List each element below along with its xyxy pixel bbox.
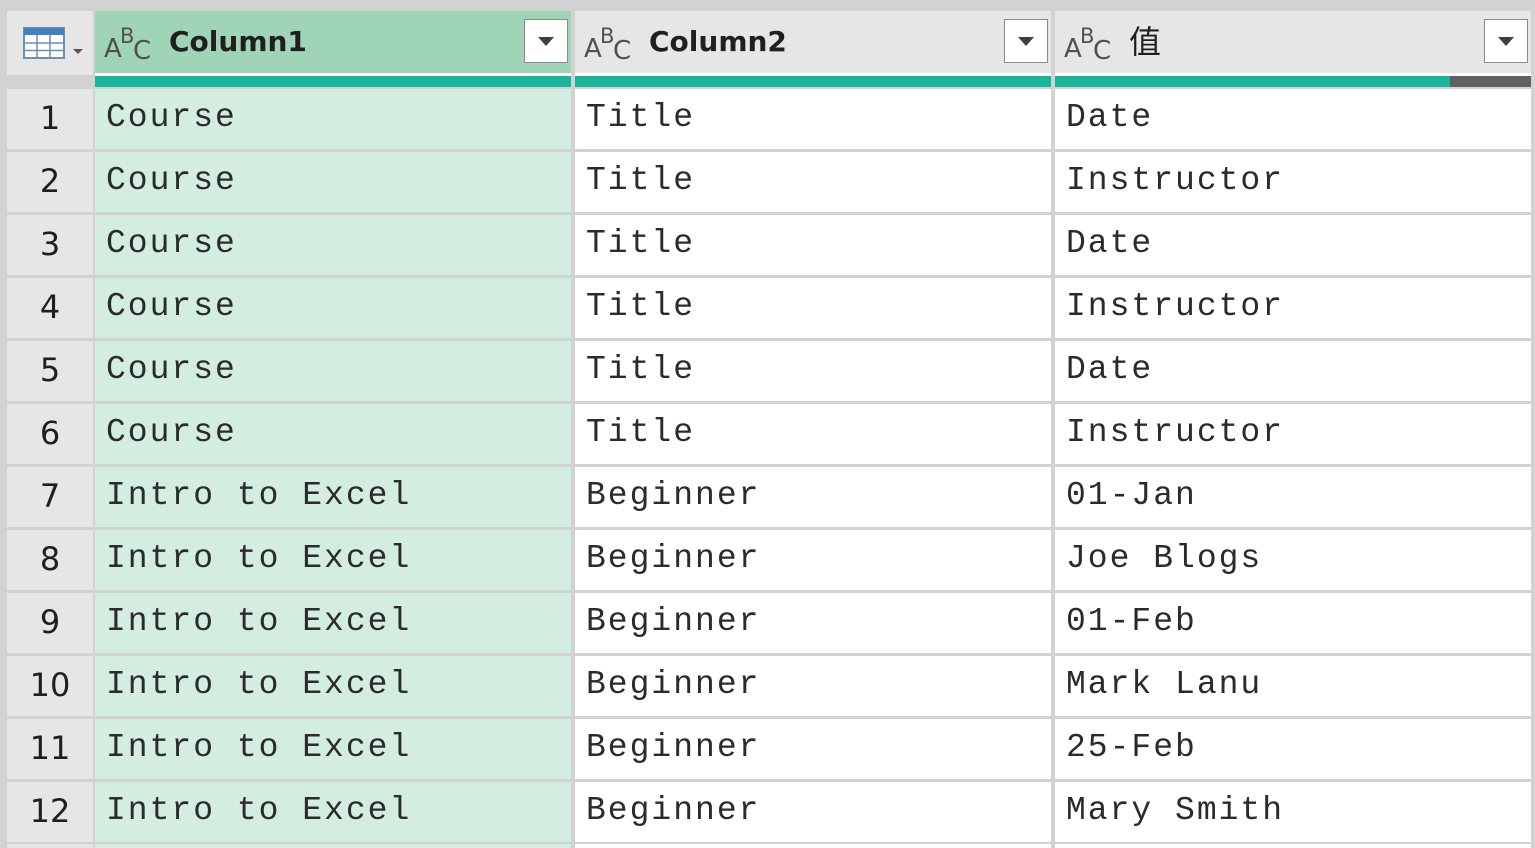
column-header-3[interactable]: A B C 值 xyxy=(1055,11,1531,73)
table-cell[interactable]: Title xyxy=(575,89,1051,149)
table-cell[interactable]: Beginner xyxy=(575,593,1051,653)
table-cell[interactable]: Date xyxy=(1055,341,1531,401)
table-options-button[interactable] xyxy=(7,11,93,75)
table-cell[interactable]: Course xyxy=(95,341,571,401)
table-cell[interactable]: Instructor xyxy=(1055,152,1531,212)
table-cell[interactable]: Beginner xyxy=(575,782,1051,842)
table-cell[interactable]: Instructor xyxy=(1055,404,1531,464)
table-cell[interactable]: Course xyxy=(95,89,571,149)
table-cell[interactable]: Course xyxy=(95,215,571,275)
text-type-icon: A B C xyxy=(1064,24,1111,65)
row-number[interactable]: 12 xyxy=(7,782,93,842)
row-number[interactable]: 8 xyxy=(7,530,93,590)
table-cell[interactable]: Title xyxy=(575,152,1051,212)
table-cell[interactable]: Intro to Excel xyxy=(95,593,571,653)
row-number[interactable]: 3 xyxy=(7,215,93,275)
table-cell[interactable]: Intro to Excel xyxy=(95,782,571,842)
table-cell[interactable]: 01-Jan xyxy=(1055,467,1531,527)
chevron-down-icon xyxy=(73,49,83,54)
data-preview-grid: A B C Column1 A B C Column2 A B C 值 1 Co… xyxy=(0,0,1535,848)
table-cell[interactable]: Beginner xyxy=(575,467,1051,527)
row-number[interactable]: 4 xyxy=(7,278,93,338)
table-cell[interactable]: Beginner xyxy=(575,656,1051,716)
table-cell[interactable]: Title xyxy=(575,341,1051,401)
table-cell[interactable]: Mary Smith xyxy=(1055,782,1531,842)
row-number[interactable]: 9 xyxy=(7,593,93,653)
column-filter-button[interactable] xyxy=(1004,19,1048,63)
table-cell[interactable]: Joe Blogs xyxy=(1055,530,1531,590)
table-cell[interactable]: Intro to Excel xyxy=(95,530,571,590)
svg-text:C: C xyxy=(133,36,151,65)
table-cell[interactable]: Date xyxy=(1055,215,1531,275)
column-header-label: 值 xyxy=(1129,23,1162,61)
table-cell[interactable]: Beginner xyxy=(575,530,1051,590)
table-cell[interactable]: Course xyxy=(95,278,571,338)
table-cell[interactable]: Instructor xyxy=(1055,278,1531,338)
row-number[interactable]: 10 xyxy=(7,656,93,716)
column-header-label: Column1 xyxy=(169,25,307,58)
chevron-down-icon xyxy=(1498,37,1514,46)
table-cell[interactable]: 01-Feb xyxy=(1055,593,1531,653)
row-number[interactable]: 2 xyxy=(7,152,93,212)
table-cell[interactable]: Beginner xyxy=(575,719,1051,779)
table-cell[interactable]: Intro to Excel xyxy=(95,719,571,779)
table-cell-partial xyxy=(1055,844,1531,848)
column-header-label: Column2 xyxy=(649,25,787,58)
table-cell[interactable]: Title xyxy=(575,404,1051,464)
text-type-icon: A B C xyxy=(104,24,151,65)
column-header-1[interactable]: A B C Column1 xyxy=(95,11,571,73)
column-quality-bar xyxy=(1055,73,1531,87)
text-type-icon: A B C xyxy=(584,24,631,65)
quality-valid-segment xyxy=(1055,76,1451,87)
column-filter-button[interactable] xyxy=(1484,19,1528,63)
table-cell[interactable]: Intro to Excel xyxy=(95,656,571,716)
row-number[interactable]: 1 xyxy=(7,89,93,149)
row-number[interactable]: 7 xyxy=(7,467,93,527)
table-cell[interactable]: Course xyxy=(95,404,571,464)
table-cell-partial xyxy=(575,844,1051,848)
table-cell[interactable]: Mark Lanu xyxy=(1055,656,1531,716)
row-header-partial xyxy=(7,844,93,848)
quality-valid-segment xyxy=(95,76,571,87)
table-cell[interactable]: Intro to Excel xyxy=(95,467,571,527)
column-filter-button[interactable] xyxy=(524,19,568,63)
row-number[interactable]: 5 xyxy=(7,341,93,401)
table-cell[interactable]: Date xyxy=(1055,89,1531,149)
chevron-down-icon xyxy=(538,37,554,46)
column-header-2[interactable]: A B C Column2 xyxy=(575,11,1051,73)
svg-text:C: C xyxy=(1093,36,1111,65)
table-icon xyxy=(23,27,65,59)
table-cell[interactable]: 25-Feb xyxy=(1055,719,1531,779)
column-quality-bar xyxy=(95,73,571,87)
table-cell[interactable]: Course xyxy=(95,152,571,212)
chevron-down-icon xyxy=(1018,37,1034,46)
row-number[interactable]: 11 xyxy=(7,719,93,779)
quality-valid-segment xyxy=(575,76,1051,87)
column-quality-bar xyxy=(575,73,1051,87)
quality-empty-segment xyxy=(1450,76,1531,87)
svg-text:C: C xyxy=(613,36,631,65)
table-cell[interactable]: Title xyxy=(575,215,1051,275)
row-number[interactable]: 6 xyxy=(7,404,93,464)
table-cell-partial xyxy=(95,844,571,848)
table-cell[interactable]: Title xyxy=(575,278,1051,338)
